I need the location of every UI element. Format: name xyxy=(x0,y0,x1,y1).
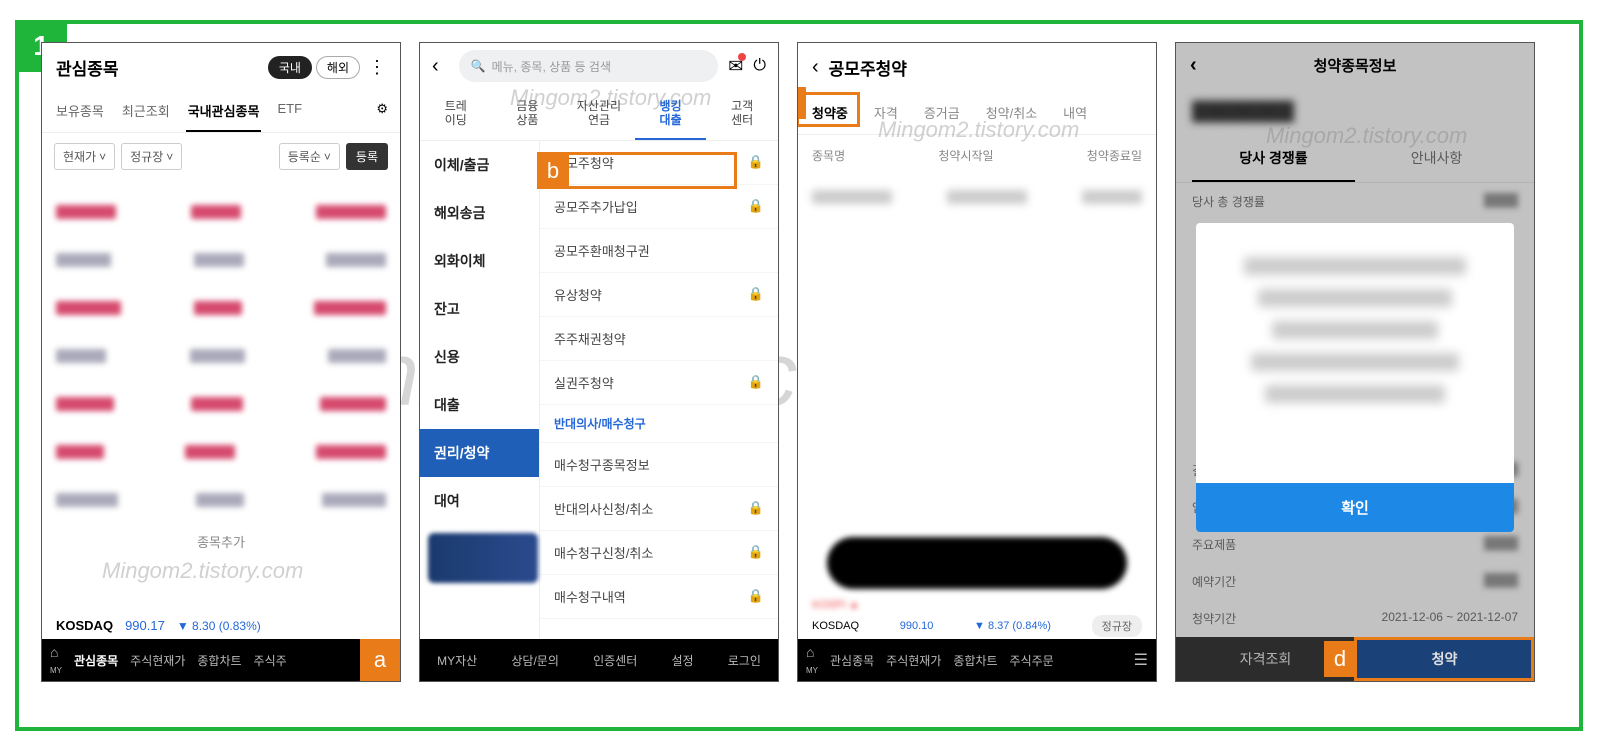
cat-fx[interactable]: 외화이체 xyxy=(420,237,539,285)
tab-etf[interactable]: ETF xyxy=(275,91,304,132)
nav-watchlist[interactable]: 관심종목 xyxy=(74,652,118,669)
pill-overseas[interactable]: 해외 xyxy=(316,56,360,79)
phone-screen-3: ‹ 공모주청약 청약중 자격 증거금 청약/취소 내역 Mingom2.tist… xyxy=(797,42,1157,682)
col-end: 청약종료일 xyxy=(1087,147,1142,164)
menu-appraisal-history[interactable]: 매수청구내역🔒 xyxy=(540,575,778,619)
back-icon[interactable]: ‹ xyxy=(432,55,439,78)
ticker-price: 990.17 xyxy=(125,618,165,633)
nav-order[interactable]: 주식주 xyxy=(254,652,287,669)
phone-screen-4: ‹ 청약종목정보 ████████ Mingom2.tistory.com 당사… xyxy=(1175,42,1535,682)
lock-icon: 🔒 xyxy=(748,286,764,302)
menu-ipo-additional[interactable]: 공모주추가납입🔒 xyxy=(540,185,778,229)
tab-subscribe-cancel[interactable]: 청약/취소 xyxy=(982,91,1041,134)
modal-dialog: 확인 xyxy=(1196,223,1514,532)
ticker-price: 990.10 xyxy=(900,620,934,632)
menu-forfeited[interactable]: 실권주청약🔒 xyxy=(540,361,778,405)
ticker-symbol: KOSDAQ xyxy=(56,618,113,633)
tab-recent[interactable]: 최근조회 xyxy=(120,91,172,132)
more-icon[interactable]: ⋮ xyxy=(368,57,386,78)
lock-icon: 🔒 xyxy=(748,500,764,516)
nav-watchlist[interactable]: 관심종목 xyxy=(830,652,874,669)
ticker-change: ▼ 8.30 (0.83%) xyxy=(177,619,261,633)
ticker-change: ▼ 8.37 (0.84%) xyxy=(974,620,1051,632)
nav-chart[interactable]: 종합차트 xyxy=(197,652,241,669)
menu-paid-subscribe[interactable]: 유상청약🔒 xyxy=(540,273,778,317)
tab-finance[interactable]: 금융 상품 xyxy=(492,89,564,140)
toast-blur xyxy=(827,537,1127,589)
cat-lending[interactable]: 대여 xyxy=(420,477,539,525)
page-title: 관심종목 xyxy=(56,55,119,80)
home-icon[interactable]: ⌂MY xyxy=(50,644,62,676)
ticker-symbol: KOSDAQ xyxy=(812,620,859,632)
marker-c-border xyxy=(797,92,860,127)
nav-myasset[interactable]: MY자산 xyxy=(437,652,477,669)
marker-c: c xyxy=(797,87,806,119)
add-stock-button[interactable]: 종목추가 xyxy=(56,524,386,559)
cat-credit[interactable]: 신용 xyxy=(420,333,539,381)
nav-login[interactable]: 로그인 xyxy=(728,652,761,669)
watermark-small: Mingom2.tistory.com xyxy=(102,558,303,584)
nav-chart[interactable]: 종합차트 xyxy=(953,652,997,669)
menu-shareholder-bond[interactable]: 주주채권청약 xyxy=(540,317,778,361)
col-start: 청약시작일 xyxy=(938,147,993,164)
lock-icon: 🔒 xyxy=(748,544,764,560)
search-input[interactable]: 🔍 메뉴, 종목, 상품 등 검색 xyxy=(459,50,719,82)
pill-domestic[interactable]: 국내 xyxy=(268,56,312,79)
tab-cs[interactable]: 고객 센터 xyxy=(706,89,778,140)
nav-settings[interactable]: 설정 xyxy=(671,652,693,669)
tab-holdings[interactable]: 보유종목 xyxy=(54,91,106,132)
filter-sort[interactable]: 등록순 ˅ xyxy=(279,143,340,170)
cat-overseas[interactable]: 해외송금 xyxy=(420,189,539,237)
sub-header-dissent: 반대의사/매수청구 xyxy=(540,405,778,443)
menu-appraisal-info[interactable]: 매수청구종목정보 xyxy=(540,443,778,487)
tab-banking[interactable]: 뱅킹 대출 xyxy=(635,89,707,140)
search-placeholder: 메뉴, 종목, 상품 등 검색 xyxy=(492,58,611,75)
menu-appraisal-apply[interactable]: 매수청구신청/취소🔒 xyxy=(540,531,778,575)
phone-screen-2: ‹ 🔍 메뉴, 종목, 상품 등 검색 ✉ ⏻ Mingom2.tistory.… xyxy=(419,42,779,682)
home-icon[interactable]: ⌂MY xyxy=(806,644,818,676)
power-icon[interactable]: ⏻ xyxy=(753,57,766,75)
nav-consult[interactable]: 상담/문의 xyxy=(511,652,559,669)
page-title: 공모주청약 xyxy=(829,55,907,80)
session-badge: 정규장 xyxy=(1092,615,1142,637)
filter-icon[interactable]: ⚙ xyxy=(376,91,388,132)
filter-session[interactable]: 정규장 ˅ xyxy=(121,143,182,170)
logo-blur xyxy=(428,533,538,583)
lock-icon: 🔒 xyxy=(748,588,764,604)
mail-icon[interactable]: ✉ xyxy=(728,56,743,77)
menu-dissent-apply[interactable]: 반대의사신청/취소🔒 xyxy=(540,487,778,531)
confirm-button[interactable]: 확인 xyxy=(1196,483,1514,532)
cat-transfer[interactable]: 이체/출금 xyxy=(420,141,539,189)
register-button[interactable]: 등록 xyxy=(346,143,388,170)
tab-watchlist[interactable]: 국내관심종목 xyxy=(186,91,262,132)
tab-trading[interactable]: 트레 이딩 xyxy=(420,89,492,140)
tab-deposit[interactable]: 증거금 xyxy=(920,91,964,134)
filter-price[interactable]: 현재가 ˅ xyxy=(54,143,115,170)
menu-icon[interactable]: ☰ xyxy=(1134,650,1148,670)
tab-asset[interactable]: 자산관리 연금 xyxy=(563,89,635,140)
menu-ipo-putback[interactable]: 공모주환매청구권 xyxy=(540,229,778,273)
lock-icon: 🔒 xyxy=(748,198,764,214)
cat-rights[interactable]: 권리/청약 xyxy=(420,429,539,477)
nav-current[interactable]: 주식현재가 xyxy=(130,652,185,669)
cat-balance[interactable]: 잔고 xyxy=(420,285,539,333)
lock-icon: 🔒 xyxy=(748,374,764,390)
marker-d: d xyxy=(1324,641,1356,677)
cat-loan[interactable]: 대출 xyxy=(420,381,539,429)
nav-cert[interactable]: 인증센터 xyxy=(593,652,637,669)
search-icon: 🔍 xyxy=(471,59,486,73)
tab-history[interactable]: 내역 xyxy=(1059,91,1091,134)
back-icon[interactable]: ‹ xyxy=(812,56,819,79)
tab-qualification[interactable]: 자격 xyxy=(870,91,902,134)
nav-order[interactable]: 주식주문 xyxy=(1010,652,1054,669)
col-name: 종목명 xyxy=(812,147,845,164)
marker-d-border xyxy=(1354,637,1534,681)
phone-screen-1: 관심종목 국내 해외 ⋮ 보유종목 최근조회 국내관심종목 ETF ⚙ 현재가 … xyxy=(41,42,401,682)
marker-a: a xyxy=(360,639,400,681)
lock-icon: 🔒 xyxy=(748,154,764,170)
marker-b: b xyxy=(537,152,569,189)
nav-current[interactable]: 주식현재가 xyxy=(886,652,941,669)
